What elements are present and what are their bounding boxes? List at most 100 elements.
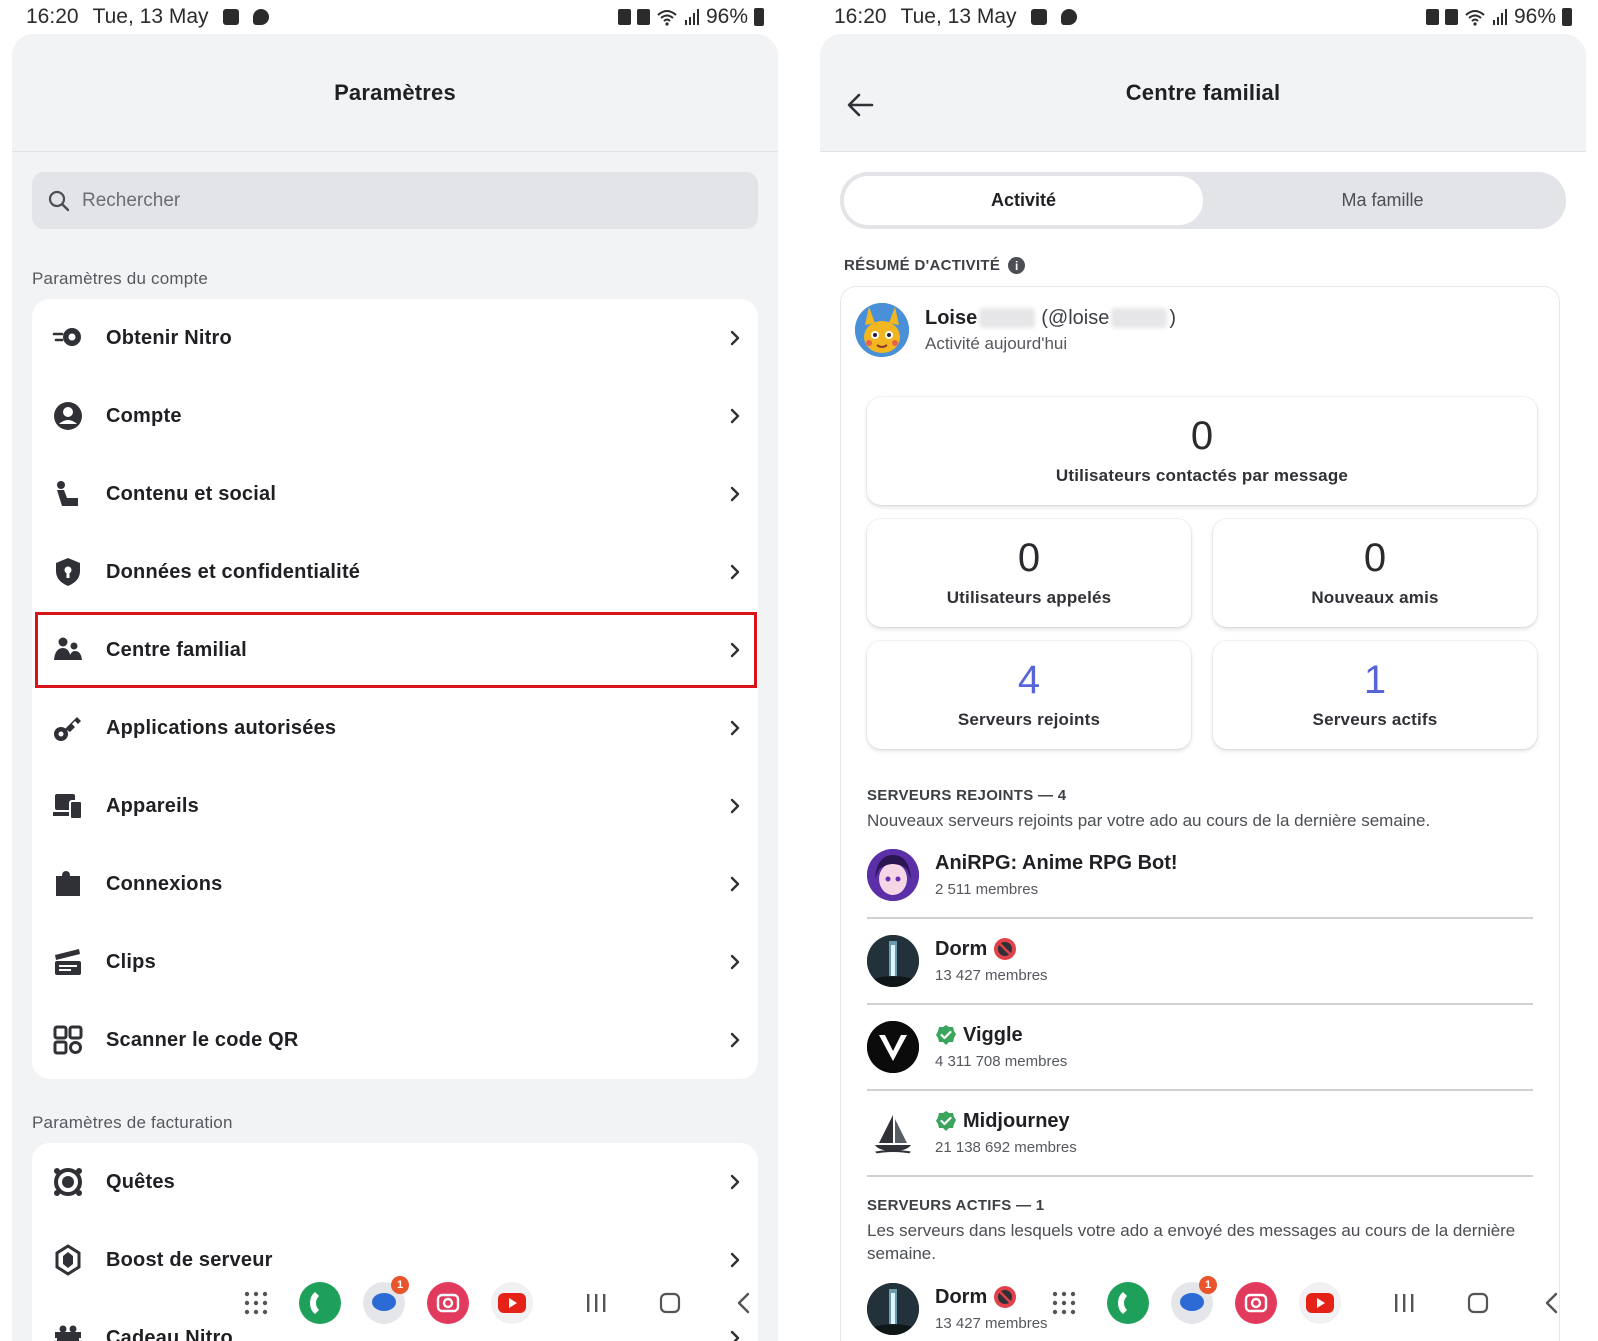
activity-summary-title: RÉSUMÉ D'ACTIVITÉ <box>844 257 1001 274</box>
key-icon <box>52 712 84 744</box>
settings-item-account[interactable]: Compte <box>32 377 758 455</box>
clapper-icon <box>52 946 84 978</box>
youtube-app-icon[interactable] <box>491 1282 533 1324</box>
joined-servers-description: Nouveaux serveurs rejoints par votre ado… <box>867 811 1431 830</box>
settings-item-label: Scanner le code QR <box>106 1028 299 1051</box>
status-date: Tue, 13 May <box>92 5 209 28</box>
chevron-right-icon <box>730 1032 740 1048</box>
viggle-server-icon <box>867 1020 919 1073</box>
stat-label: Utilisateurs contactés par message <box>1055 466 1349 485</box>
anirpg-server-icon <box>867 848 919 901</box>
settings-item-scan-qr[interactable]: Scanner le code QR <box>32 1001 758 1079</box>
puzzle-icon <box>52 868 84 900</box>
stat-label: Utilisateurs appelés <box>946 588 1112 607</box>
settings-item-label: Centre familial <box>106 638 247 661</box>
dorm-server-icon <box>867 934 919 987</box>
settings-header: Paramètres <box>12 34 778 152</box>
back-arrow-icon[interactable] <box>846 92 876 118</box>
tab-my-family[interactable]: Ma famille <box>1203 176 1562 225</box>
joined-servers-section: SERVEURS REJOINTS — 4 Nouveaux serveurs … <box>867 787 1533 1177</box>
chat-notification-icon <box>252 9 269 25</box>
chevron-right-icon <box>730 330 740 346</box>
android-nav-bar: 1 <box>0 1273 790 1333</box>
server-row-dorm[interactable]: Dorm 13 427 membres <box>867 919 1533 1005</box>
phone-app-icon[interactable] <box>299 1282 341 1324</box>
active-servers-title: SERVEURS ACTIFS — 1 <box>867 1197 1045 1214</box>
settings-item-family-center[interactable]: Centre familial <box>32 611 758 689</box>
chevron-right-icon <box>730 720 740 736</box>
message-badge: 1 <box>1199 1276 1217 1294</box>
youtube-app-icon[interactable] <box>1299 1282 1341 1324</box>
back-nav-icon[interactable] <box>723 1282 765 1324</box>
settings-item-nitro[interactable]: Obtenir Nitro <box>32 299 758 377</box>
settings-item-content-social[interactable]: Contenu et social <box>32 455 758 533</box>
settings-item-authorized-apps[interactable]: Applications autorisées <box>32 689 758 767</box>
teen-user-row: Loise (@loise ) Activité aujourd'hui <box>855 303 1176 357</box>
page-title: Centre familial <box>1125 79 1281 105</box>
stat-users-messaged: 0 Utilisateurs contactés par message <box>867 397 1537 505</box>
recents-icon[interactable] <box>1383 1282 1425 1324</box>
qr-icon <box>52 1024 84 1056</box>
server-members: 13 427 membres <box>935 967 1048 985</box>
verified-icon <box>936 1025 956 1046</box>
chevron-right-icon <box>730 876 740 892</box>
settings-item-label: Clips <box>106 950 156 973</box>
info-icon[interactable]: i <box>1008 257 1026 274</box>
stat-value: 4 <box>1017 658 1041 702</box>
messages-app-icon[interactable]: 1 <box>363 1276 409 1324</box>
app-drawer-icon[interactable] <box>235 1282 277 1324</box>
home-icon[interactable] <box>649 1282 691 1324</box>
phone-app-icon[interactable] <box>1107 1282 1149 1324</box>
status-time: 16:20 <box>834 5 887 28</box>
app-drawer-icon[interactable] <box>1043 1282 1085 1324</box>
account-section-title: Paramètres du compte <box>32 269 208 288</box>
stat-servers-joined: 4 Serveurs rejoints <box>867 641 1191 749</box>
server-row-viggle[interactable]: Viggle 4 311 708 membres <box>867 1005 1533 1091</box>
tab-activity[interactable]: Activité <box>844 176 1203 225</box>
quests-icon <box>52 1166 84 1198</box>
avatar <box>855 303 909 357</box>
user-handle-prefix: (@loise <box>1041 306 1110 329</box>
stat-value: 1 <box>1363 658 1387 702</box>
server-members: 2 511 membres <box>935 880 1039 898</box>
settings-item-label: Applications autorisées <box>106 716 337 739</box>
android-nav-bar: 1 <box>808 1273 1598 1333</box>
stat-label: Nouveaux amis <box>1311 588 1439 607</box>
settings-item-connections[interactable]: Connexions <box>32 845 758 923</box>
user-name-prefix: Loise <box>925 306 978 329</box>
nfc-icon <box>617 9 631 25</box>
back-nav-icon[interactable] <box>1531 1282 1573 1324</box>
devices-icon <box>52 790 84 822</box>
family-center-screen: 16:20 Tue, 13 May 96% Centre familial Ac… <box>808 0 1598 1341</box>
stat-label: Serveurs rejoints <box>957 710 1101 729</box>
server-row-anirpg[interactable]: AniRPG: Anime RPG Bot! 2 511 membres <box>867 833 1533 919</box>
chevron-right-icon <box>730 954 740 970</box>
user-name: Loise (@loise ) <box>925 307 1176 330</box>
chevron-right-icon <box>730 408 740 424</box>
server-name-text: Midjourney <box>963 1109 1070 1132</box>
settings-item-clips[interactable]: Clips <box>32 923 758 1001</box>
settings-item-label: Quêtes <box>106 1170 176 1193</box>
recents-icon[interactable] <box>575 1282 617 1324</box>
mute-icon <box>636 9 650 25</box>
joined-servers-list: AniRPG: Anime RPG Bot! 2 511 membres Dor… <box>867 833 1533 1177</box>
redacted-name <box>979 308 1036 328</box>
settings-item-label: Connexions <box>106 872 223 895</box>
shield-icon <box>52 556 84 588</box>
camera-app-icon[interactable] <box>1235 1282 1277 1324</box>
search-input[interactable]: Rechercher <box>32 172 758 229</box>
server-row-midjourney[interactable]: Midjourney 21 138 692 membres <box>867 1091 1533 1177</box>
page-title: Paramètres <box>334 79 456 105</box>
user-subtitle: Activité aujourd'hui <box>925 333 1068 353</box>
home-icon[interactable] <box>1457 1282 1499 1324</box>
camera-app-icon[interactable] <box>427 1282 469 1324</box>
settings-item-devices[interactable]: Appareils <box>32 767 758 845</box>
settings-item-quests[interactable]: Quêtes <box>32 1143 758 1221</box>
gallery-notification-icon <box>222 9 239 25</box>
joined-servers-title: SERVEURS REJOINTS — 4 <box>867 787 1067 804</box>
chat-notification-icon <box>1060 9 1077 25</box>
settings-item-privacy[interactable]: Données et confidentialité <box>32 533 758 611</box>
gallery-notification-icon <box>1030 9 1047 25</box>
server-name-text: Dorm <box>935 937 988 960</box>
messages-app-icon[interactable]: 1 <box>1171 1276 1217 1324</box>
